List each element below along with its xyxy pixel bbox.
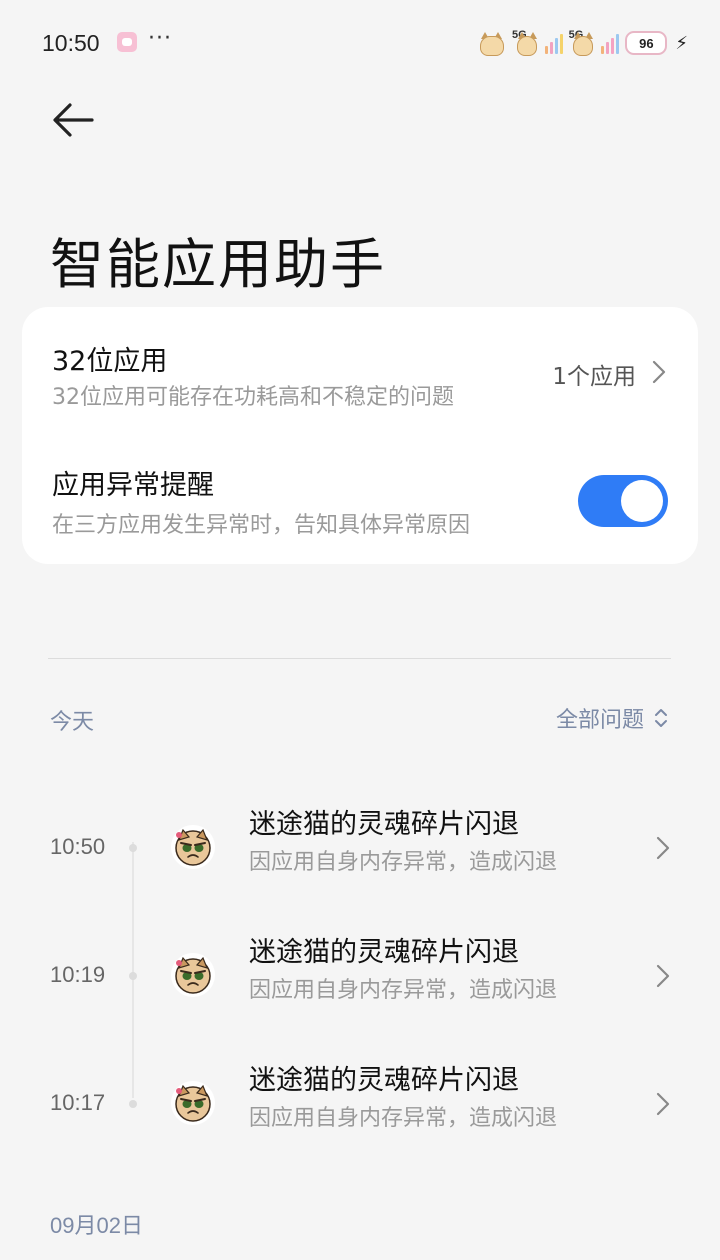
filter-label: 全部问题	[555, 708, 644, 733]
issue-filter-dropdown[interactable]: 全部问题	[556, 700, 668, 736]
page-title: 智能应用助手	[50, 233, 386, 297]
chevron-right-icon	[656, 964, 670, 988]
crash-item[interactable]: 10:19 迷途猫的灵魂碎片闪退 因应用自身内存异常，造成闪退	[0, 922, 720, 1032]
signal-strength-icon	[544, 32, 563, 54]
crash-title: 迷途猫的灵魂碎片闪退	[249, 1065, 519, 1096]
setting-32bit-apps[interactable]: 32位应用 32位应用可能存在功耗高和不稳定的问题 1个应用	[22, 329, 698, 439]
crash-time: 10:50	[50, 834, 106, 859]
setting-32bit-title: 32位应用	[52, 346, 168, 377]
setting-alert-title: 应用异常提醒	[52, 470, 214, 501]
arrow-left-icon	[53, 103, 94, 137]
lost-cat-app-icon	[171, 825, 215, 869]
crash-alert-toggle[interactable]	[578, 475, 668, 527]
status-time: 10:50	[42, 30, 100, 56]
crash-item[interactable]: 10:17 迷途猫的灵魂碎片闪退 因应用自身内存异常，造成闪退	[0, 1050, 720, 1160]
signal-strength-icon	[601, 32, 620, 54]
crash-title: 迷途猫的灵魂碎片闪退	[249, 809, 519, 840]
setting-alert-description: 在三方应用发生异常时，告知具体异常原因	[52, 513, 471, 538]
chevron-right-icon	[656, 836, 670, 860]
timeline-dot	[129, 844, 137, 852]
crash-description: 因应用自身内存异常，造成闪退	[249, 1106, 558, 1131]
lost-cat-app-icon	[171, 1081, 215, 1125]
cat-sticker-icon	[476, 30, 506, 56]
crash-item[interactable]: 10:50 迷途猫的灵魂碎片闪退 因应用自身内存异常，造成闪退	[0, 794, 720, 904]
battery-icon: 96	[625, 31, 668, 55]
crash-time: 10:17	[50, 1090, 106, 1115]
lost-cat-app-icon	[171, 953, 215, 997]
app-notification-icon	[117, 32, 137, 52]
section-divider	[48, 658, 671, 659]
charging-bolt-icon: ⚡	[675, 32, 688, 54]
back-button[interactable]	[50, 100, 96, 140]
crash-title: 迷途猫的灵魂碎片闪退	[249, 937, 519, 968]
cat-sticker-icon	[515, 30, 539, 56]
chevron-right-icon	[656, 1092, 670, 1116]
crash-description: 因应用自身内存异常，造成闪退	[249, 978, 558, 1003]
timeline-dot	[129, 1100, 137, 1108]
settings-card: 32位应用 32位应用可能存在功耗高和不稳定的问题 1个应用 应用异常提醒 在三…	[22, 307, 698, 564]
status-indicators: 5G 5G 96 ⚡	[476, 26, 688, 60]
setting-32bit-description: 32位应用可能存在功耗高和不稳定的问题	[52, 385, 454, 410]
section-date-today: 今天	[50, 710, 95, 735]
status-bar: 10:50 ··· 5G 5G 96 ⚡	[0, 0, 720, 86]
setting-32bit-count: 1个应用	[552, 364, 636, 390]
chevron-up-down-icon	[655, 709, 667, 727]
crash-time: 10:19	[50, 962, 106, 987]
section-date-0902: 09月02日	[50, 1213, 143, 1238]
setting-app-crash-alert: 应用异常提醒 在三方应用发生异常时，告知具体异常原因	[22, 457, 698, 567]
toggle-knob	[621, 480, 663, 522]
cat-sticker-icon	[571, 30, 595, 56]
chevron-right-icon	[652, 360, 666, 384]
more-notifications-icon: ···	[148, 26, 172, 51]
crash-description: 因应用自身内存异常，造成闪退	[249, 850, 558, 875]
timeline-dot	[129, 972, 137, 980]
